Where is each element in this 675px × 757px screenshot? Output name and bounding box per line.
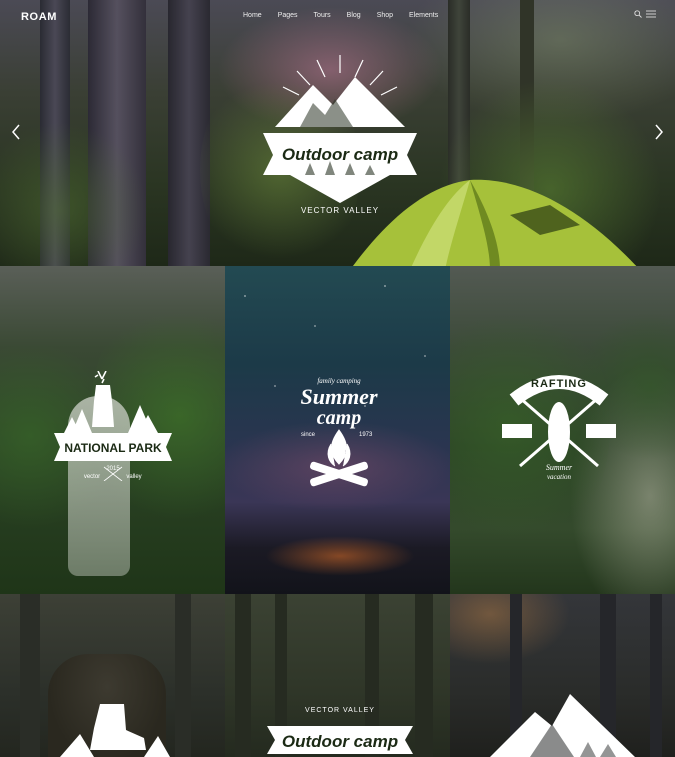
rafting-sub-1: Summer [546,463,573,472]
rafting-sub-2: vacation [547,473,572,480]
national-park-badge: NATIONAL PARK 2015 vector valley [54,371,172,481]
gallery-tile-hiker[interactable] [0,594,225,757]
outdoor-camp-badge-2: VECTOR VALLEY Outdoor camp [267,707,413,754]
summer-camp-year: 1973 [359,432,373,438]
nav-tools [634,10,656,18]
mountain-tent-badge [490,694,635,757]
search-icon[interactable] [634,10,642,18]
tree-trunk [235,594,251,757]
tree-trunk [650,594,662,757]
rafting-badge: RAFTING Summer vacation [502,375,616,480]
gallery-tile-rafting[interactable]: RAFTING Summer vacation [450,266,675,594]
outdoor-camp-2-title: Outdoor camp [282,732,398,751]
national-park-title: NATIONAL PARK [64,441,162,455]
tree-trunk [175,594,191,757]
hero-badge-title: Outdoor camp [282,145,398,164]
gallery-tile-national-park[interactable]: NATIONAL PARK 2015 vector valley [0,266,225,594]
outdoor-camp-badge: Outdoor camp VECTOR VALLEY [263,55,417,215]
nav-item-blog[interactable]: Blog [347,12,361,19]
campfire-glow [265,536,415,576]
summer-camp-badge: family camping Summer camp since 1973 [300,377,378,487]
top-navigation-bar: ROAM Home Pages Tours Blog Shop Elements [0,0,675,34]
main-menu: Home Pages Tours Blog Shop Elements [243,12,454,19]
summer-camp-since: since [301,432,316,438]
national-park-year: 2015 [106,466,120,472]
outdoor-camp-2-top: VECTOR VALLEY [305,707,375,714]
tree-trunk [20,594,40,757]
nav-item-pages[interactable]: Pages [278,12,298,19]
summer-camp-title-1: Summer [300,384,377,409]
summer-camp-title-2: camp [317,407,361,429]
gallery-tile-outdoor-camp[interactable]: VECTOR VALLEY Outdoor camp [225,594,450,757]
nav-item-home[interactable]: Home [243,12,262,19]
hiking-boot-badge [60,704,170,757]
gallery-tile-summer-camp[interactable]: family camping Summer camp since 1973 [225,266,450,594]
prev-slide-arrow[interactable] [9,123,23,141]
brand-logo[interactable]: ROAM [21,11,57,23]
hero-badge-subtitle: VECTOR VALLEY [301,206,379,215]
tree-trunk [415,594,433,757]
national-park-valley: valley [126,474,141,480]
nav-item-tours[interactable]: Tours [314,12,331,19]
nav-item-shop[interactable]: Shop [377,12,393,19]
hero-slider: ROAM Home Pages Tours Blog Shop Elements [0,0,675,266]
gallery-tile-mountain[interactable] [450,594,675,757]
rafting-title: RAFTING [531,378,587,390]
nav-item-elements[interactable]: Elements [409,12,438,19]
menu-icon[interactable] [646,10,656,18]
next-slide-arrow[interactable] [652,123,666,141]
national-park-vector: vector [84,474,100,480]
